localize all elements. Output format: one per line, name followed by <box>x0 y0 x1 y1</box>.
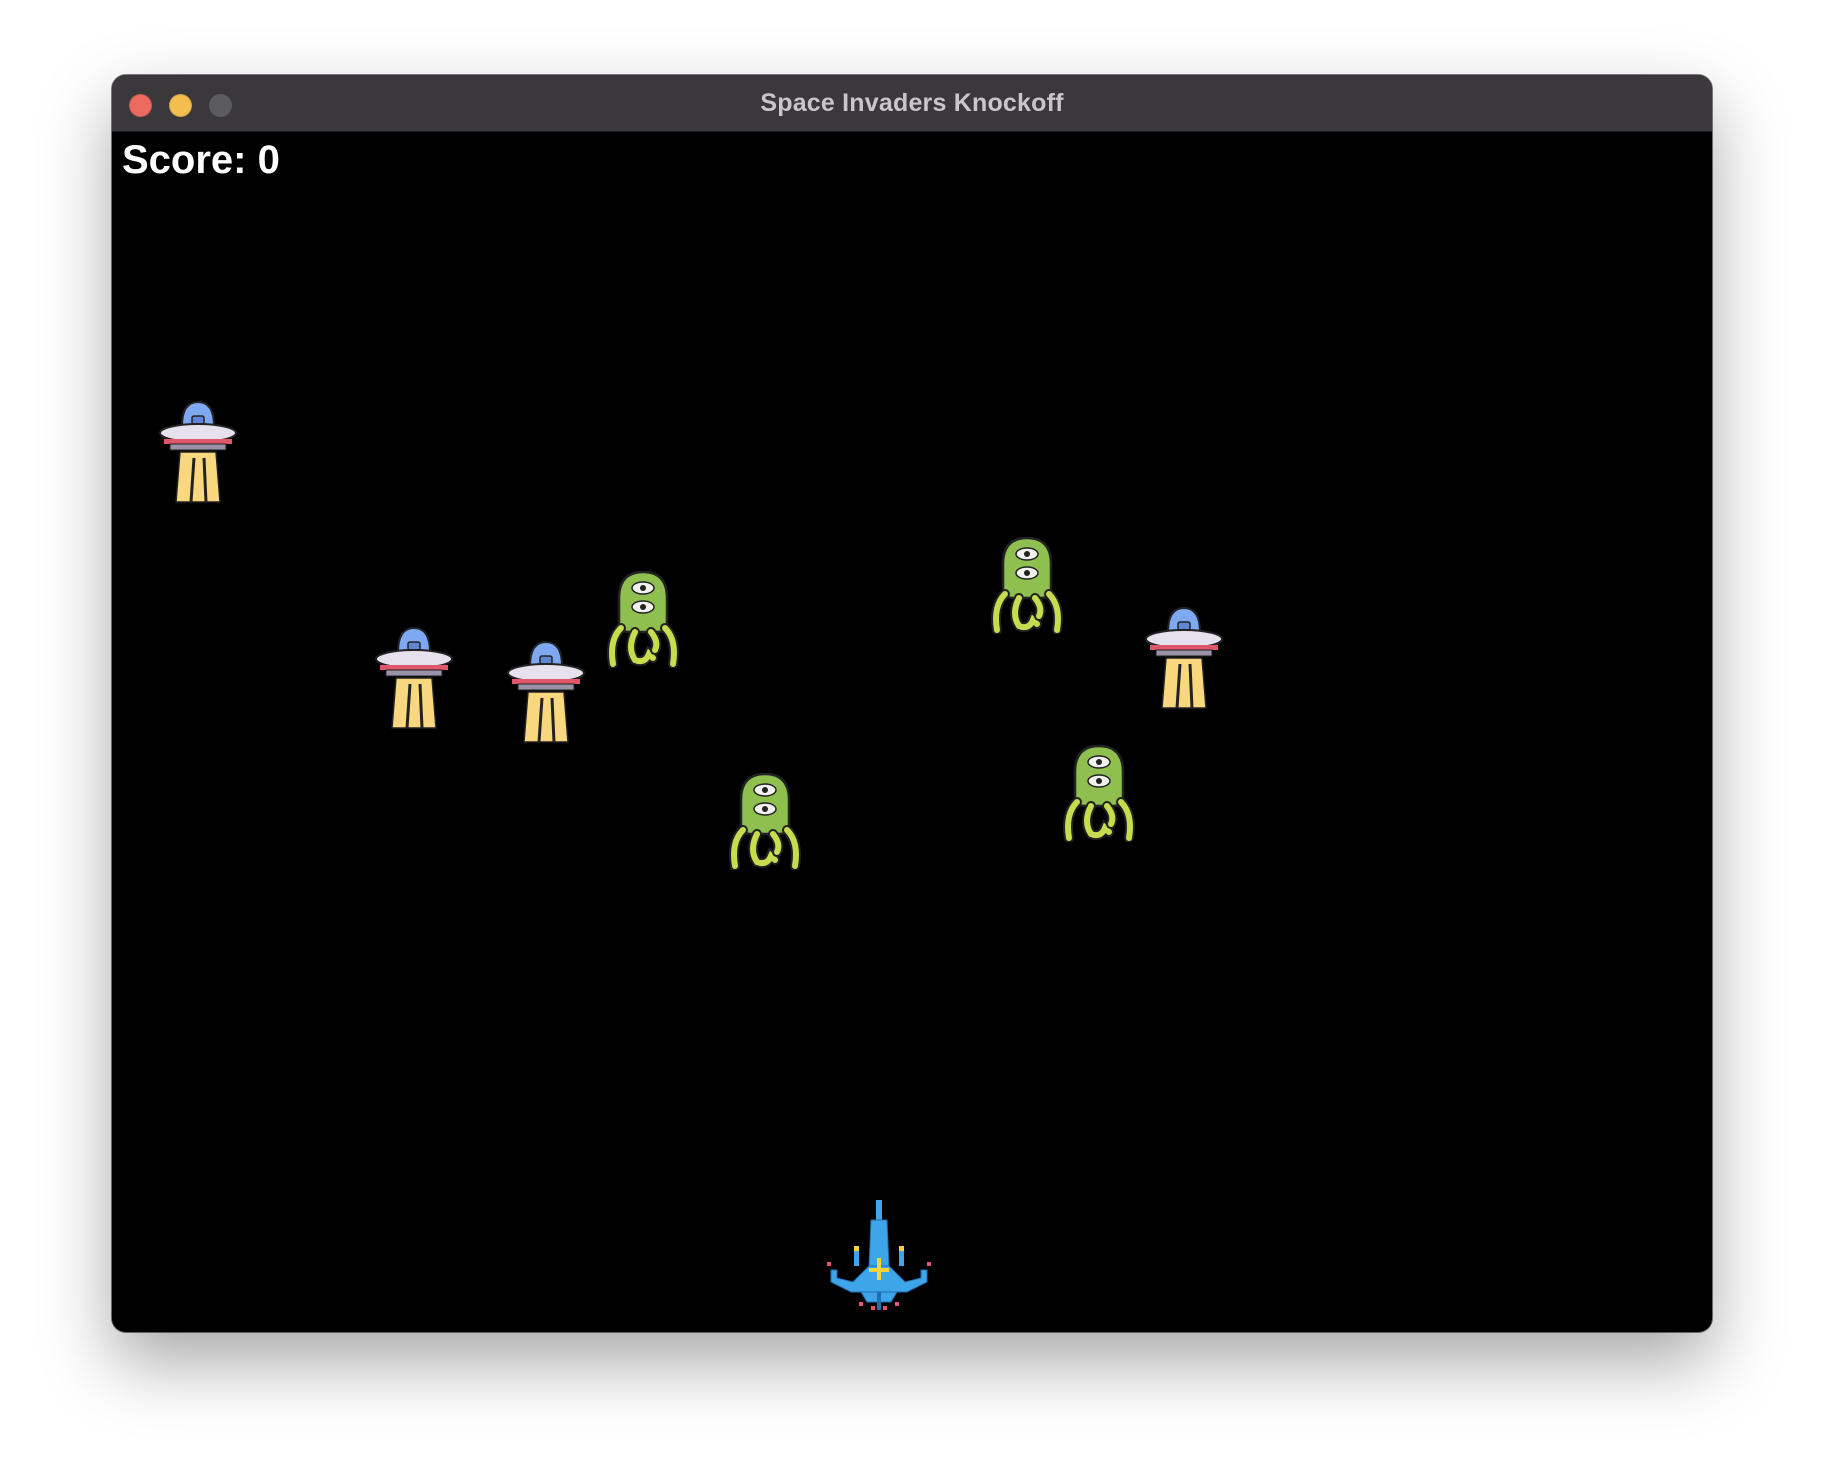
ufo-icon <box>1144 596 1224 714</box>
game-canvas[interactable]: Score: 0 <box>112 132 1712 1332</box>
alien-icon <box>1061 742 1137 842</box>
ufo-icon <box>374 616 454 734</box>
alien-icon <box>727 770 803 870</box>
ufo-icon <box>158 390 238 508</box>
alien-icon <box>989 534 1065 634</box>
score-label: Score: 0 <box>122 138 280 182</box>
ufo-icon <box>506 630 586 748</box>
alien-icon <box>605 568 681 668</box>
title-bar: Space Invaders Knockoff <box>112 75 1712 132</box>
window-title: Space Invaders Knockoff <box>760 89 1064 117</box>
spaceship-icon[interactable] <box>825 1198 933 1314</box>
game-window: Space Invaders Knockoff Score: 0 <box>112 75 1712 1332</box>
